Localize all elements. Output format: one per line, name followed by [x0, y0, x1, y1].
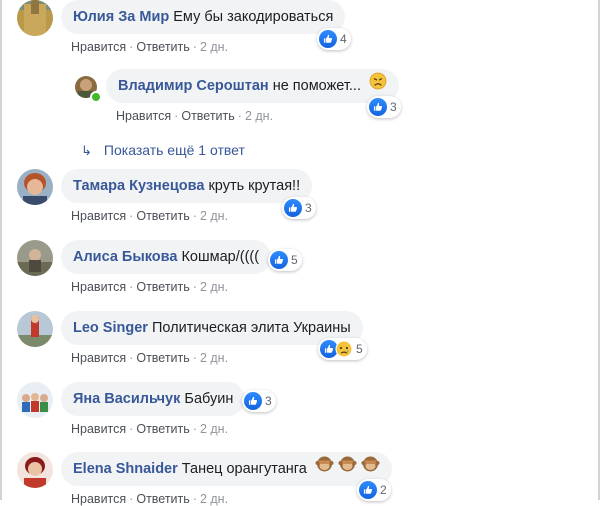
comment-author[interactable]: Leo Singer: [73, 320, 148, 336]
separator: ·: [192, 422, 197, 436]
comment-text: круть крутая!!: [208, 178, 301, 194]
see-no-evil-monkey-icon: [315, 452, 334, 486]
reaction-summary[interactable]: 3: [367, 96, 401, 118]
comment-author[interactable]: Elena Shnaider: [73, 461, 178, 477]
separator: ·: [129, 492, 134, 506]
reaction-summary[interactable]: 3: [282, 197, 316, 219]
separator: ·: [192, 492, 197, 506]
reaction-count: 3: [305, 201, 312, 215]
reply-link[interactable]: Ответить: [136, 209, 189, 223]
show-more-replies-label: Показать ещё 1 ответ: [103, 142, 245, 158]
reaction-count: 3: [390, 100, 397, 114]
like-reaction-icon: [244, 392, 262, 410]
comment-author[interactable]: Тамара Кузнецова: [73, 178, 204, 194]
comment-author[interactable]: Юлия За Мир: [73, 9, 169, 25]
avatar[interactable]: [17, 452, 53, 488]
avatar[interactable]: [17, 240, 53, 276]
comment-actions: Нравится · Ответить · 2 дн.: [71, 351, 228, 365]
sad-reaction-icon: [335, 340, 353, 358]
show-more-replies-link[interactable]: ↳ Показать ещё 1 ответ: [81, 142, 245, 159]
see-no-evil-monkey-icon: [338, 452, 357, 486]
comment-bubble: Тамара Кузнецова круть крутая!!: [61, 169, 313, 203]
separator: ·: [129, 40, 134, 54]
comment-actions: Нравится · Ответить · 2 дн.: [71, 280, 228, 294]
comment-text: Танец орангутанга: [181, 461, 307, 477]
comment-bubble: Elena Shnaider Танец орангутанга: [61, 452, 392, 486]
separator: ·: [129, 422, 134, 436]
like-link[interactable]: Нравится: [71, 422, 126, 436]
reply-link[interactable]: Ответить: [136, 422, 189, 436]
reaction-summary[interactable]: 5: [318, 338, 367, 360]
like-reaction-icon: [284, 199, 302, 217]
left-frame-border: [0, 0, 2, 500]
reaction-count: 2: [380, 483, 387, 497]
reaction-summary[interactable]: 2: [357, 479, 391, 501]
avatar[interactable]: [17, 311, 53, 347]
comment-text: Бабуин: [184, 391, 234, 407]
reaction-summary[interactable]: 3: [242, 390, 276, 412]
comment-bubble: Leo Singer Политическая элита Украины: [61, 311, 363, 345]
timestamp[interactable]: 2 дн.: [200, 351, 228, 365]
reply-link[interactable]: Ответить: [136, 280, 189, 294]
comment-bubble: Яна Васильчук Бабуин: [61, 382, 246, 416]
separator: ·: [192, 40, 197, 54]
reaction-count: 5: [291, 253, 298, 267]
timestamp[interactable]: 2 дн.: [200, 40, 228, 54]
comment-text: Ему бы закодироваться: [173, 9, 334, 25]
timestamp[interactable]: 2 дн.: [200, 422, 228, 436]
timestamp[interactable]: 2 дн.: [245, 109, 273, 123]
comment-actions: Нравится · Ответить · 2 дн.: [71, 40, 228, 54]
online-status-icon: [90, 91, 102, 103]
like-link[interactable]: Нравится: [71, 351, 126, 365]
separator: ·: [129, 351, 134, 365]
like-link[interactable]: Нравится: [71, 40, 126, 54]
reply-link[interactable]: Ответить: [136, 492, 189, 506]
reply-link[interactable]: Ответить: [181, 109, 234, 123]
separator: ·: [237, 109, 242, 123]
like-reaction-icon: [319, 30, 337, 48]
like-link[interactable]: Нравится: [71, 209, 126, 223]
reply-link[interactable]: Ответить: [136, 40, 189, 54]
like-link[interactable]: Нравится: [71, 280, 126, 294]
separator: ·: [174, 109, 179, 123]
avatar[interactable]: [17, 0, 53, 36]
avatar[interactable]: [17, 382, 53, 418]
avatar[interactable]: [17, 169, 53, 205]
timestamp[interactable]: 2 дн.: [200, 280, 228, 294]
comment-bubble: Алиса Быкова Кошмар/((((: [61, 240, 272, 274]
comment-actions: Нравится · Ответить · 2 дн.: [71, 492, 228, 506]
reply-arrow-icon: ↳: [81, 143, 92, 158]
comment-text: не поможет...: [272, 78, 361, 94]
reaction-count: 3: [265, 394, 272, 408]
like-link[interactable]: Нравится: [71, 492, 126, 506]
like-link[interactable]: Нравится: [116, 109, 171, 123]
reaction-summary[interactable]: 4: [317, 28, 351, 50]
reaction-count: 4: [340, 32, 347, 46]
comment-author[interactable]: Яна Васильчук: [73, 391, 180, 407]
comment-text: Политическая элита Украины: [151, 320, 351, 336]
reaction-summary[interactable]: 5: [268, 249, 302, 271]
comment-actions: Нравится · Ответить · 2 дн.: [116, 109, 273, 123]
comment-text: Кошмар/((((: [181, 249, 260, 265]
comment-author[interactable]: Алиса Быкова: [73, 249, 177, 265]
separator: ·: [129, 209, 134, 223]
timestamp[interactable]: 2 дн.: [200, 209, 228, 223]
like-reaction-icon: [359, 481, 377, 499]
comment-bubble: Владимир Сероштан не поможет...: [106, 69, 400, 103]
separator: ·: [192, 280, 197, 294]
comment-actions: Нравится · Ответить · 2 дн.: [71, 209, 228, 223]
reaction-count: 5: [356, 342, 363, 356]
reply-link[interactable]: Ответить: [136, 351, 189, 365]
like-reaction-icon: [369, 98, 387, 116]
timestamp[interactable]: 2 дн.: [200, 492, 228, 506]
like-reaction-icon: [270, 251, 288, 269]
comment-actions: Нравится · Ответить · 2 дн.: [71, 422, 228, 436]
separator: ·: [192, 209, 197, 223]
separator: ·: [129, 280, 134, 294]
comment-author[interactable]: Владимир Сероштан: [118, 78, 269, 94]
separator: ·: [192, 351, 197, 365]
comment-bubble: Юлия За Мир Ему бы закодироваться: [61, 0, 346, 34]
